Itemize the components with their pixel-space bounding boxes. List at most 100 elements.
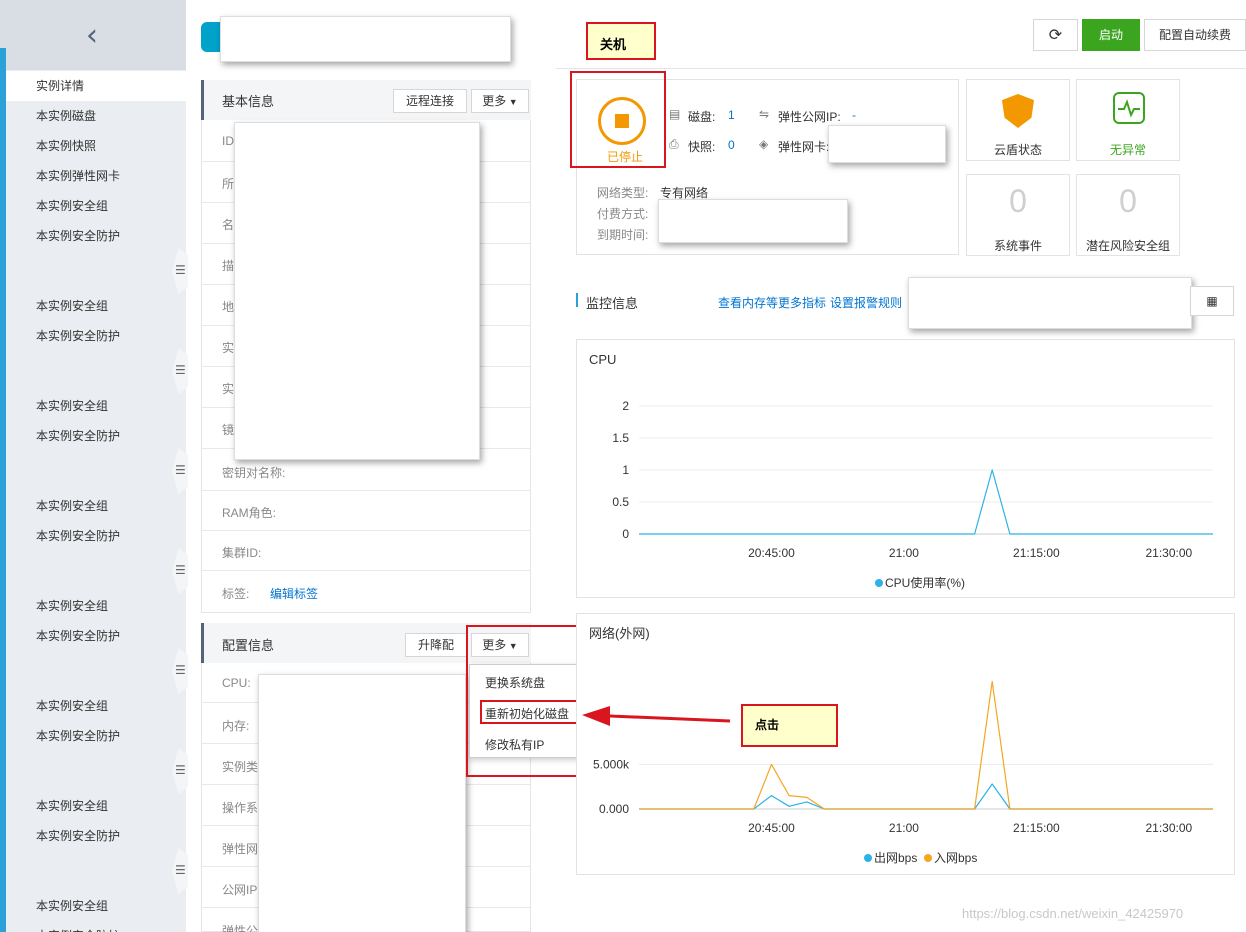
- risk-sg-count: 0: [1119, 183, 1137, 219]
- row-divider: [202, 530, 530, 531]
- redacted-eni-value: [828, 125, 946, 163]
- collapse-handle[interactable]: ☰: [172, 748, 188, 794]
- back-button[interactable]: ‹: [0, 0, 186, 70]
- collapse-handle[interactable]: ☰: [172, 348, 188, 394]
- sidebar-nav-item[interactable]: 本实例安全防护: [6, 921, 186, 932]
- expire-label: 到期时间:: [597, 228, 649, 242]
- config-info-row-label: 内存:: [222, 719, 250, 733]
- auto-renew-button[interactable]: 配置自动续费: [1144, 19, 1246, 51]
- sidebar-nav-item[interactable]: 本实例安全组: [6, 791, 186, 821]
- snapshot-count[interactable]: 0: [728, 138, 735, 152]
- x-tick-label: 21:00: [889, 546, 919, 560]
- sidebar-nav-item[interactable]: 本实例快照: [6, 131, 186, 161]
- edit-tags-link[interactable]: 编辑标签: [270, 585, 318, 602]
- system-events-label: 系统事件: [993, 239, 1042, 253]
- legend-label: CPU使用率(%): [885, 575, 965, 590]
- basic-info-row-label: 名: [222, 218, 235, 232]
- collapse-handle[interactable]: ☰: [172, 648, 188, 694]
- collapse-handle[interactable]: ☰: [172, 248, 188, 294]
- monitor-title-bar: [576, 293, 578, 307]
- cluster-id-label: 集群ID:: [222, 546, 262, 560]
- basic-more-button[interactable]: 更多 ▼: [471, 89, 529, 113]
- sidebar-nav-item[interactable]: 本实例安全防护: [6, 621, 186, 651]
- sidebar-nav-item[interactable]: 本实例弹性网卡: [6, 161, 186, 191]
- sidebar-nav-item[interactable]: 本实例安全防护: [6, 521, 186, 551]
- list-icon: ☰: [175, 863, 186, 877]
- upgrade-button[interactable]: 升降配: [405, 633, 467, 657]
- row-divider: [202, 570, 530, 571]
- shutdown-annotation: 关机: [586, 22, 656, 60]
- sidebar-nav-item[interactable]: 本实例磁盘: [6, 101, 186, 131]
- risk-sg-tile[interactable]: 0 潜在风险安全组: [1076, 174, 1180, 256]
- sidebar-nav-item[interactable]: 本实例安全防护: [6, 421, 186, 451]
- ram-role-label: RAM角色:: [222, 506, 277, 520]
- cpu-chart-card: CPU 0 0.5 1 1.5 2 20:45:00 21:00 21:15:00 21:30:0…: [576, 339, 1235, 598]
- config-info-row-label: 弹性公: [222, 924, 259, 932]
- y-tick-label: 2: [622, 399, 629, 413]
- sidebar-nav-item[interactable]: 本实例安全防护: [6, 721, 186, 751]
- annotation-arrow: [582, 706, 731, 726]
- cloud-shield-tile[interactable]: 云盾状态: [966, 79, 1070, 161]
- y-tick-label: 1: [622, 463, 629, 477]
- basic-info-row-label: 地: [222, 300, 235, 314]
- network-chart-card: 网络(外网) 0.000 5.000k 20:45:00 21:00 21:15:00 21…: [576, 613, 1235, 875]
- config-info-row-label: 实例类: [222, 760, 259, 774]
- basic-info-row-label: 所: [222, 177, 235, 191]
- health-tile[interactable]: 无异常: [1076, 79, 1180, 161]
- sidebar-nav-item[interactable]: 本实例安全组: [6, 391, 186, 421]
- tags-label: 标签:: [222, 587, 250, 601]
- snapshot-label: 快照:: [688, 140, 716, 154]
- disk-count[interactable]: 1: [728, 108, 735, 122]
- collapse-handle[interactable]: ☰: [172, 548, 188, 594]
- sidebar-nav-item[interactable]: 本实例安全组: [6, 891, 186, 921]
- collapse-handle[interactable]: ☰: [172, 448, 188, 494]
- sidebar-nav-item[interactable]: 本实例安全防护: [6, 821, 186, 851]
- chevron-left-icon: ‹: [86, 18, 98, 53]
- key-pair-label: 密钥对名称:: [222, 466, 286, 480]
- calendar-button[interactable]: ▦: [1190, 286, 1234, 316]
- eip-value[interactable]: -: [852, 108, 856, 122]
- start-button[interactable]: 启动: [1082, 19, 1140, 51]
- snapshot-icon: ⎙: [669, 137, 679, 151]
- basic-info-row-label: 实: [222, 341, 235, 355]
- sidebar-nav-item[interactable]: 本实例安全组: [6, 191, 186, 221]
- basic-info-row-label: 实: [222, 382, 235, 396]
- system-events-tile[interactable]: 0 系统事件: [966, 174, 1070, 256]
- alert-rules-link[interactable]: 设置报警规则: [830, 294, 902, 311]
- sidebar-nav-item[interactable]: 本实例安全防护: [6, 221, 186, 251]
- basic-info-header: 基本信息 远程连接 更多 ▼: [201, 80, 531, 120]
- series-line: [639, 783, 1213, 810]
- config-info-row-label: 弹性网: [222, 842, 259, 856]
- basic-info-row-label: ID: [222, 134, 234, 148]
- remote-connect-button[interactable]: 远程连接: [393, 89, 467, 113]
- shield-icon: [1002, 94, 1034, 128]
- sidebar-nav-item[interactable]: 本实例安全组: [6, 591, 186, 621]
- list-icon: ☰: [175, 763, 186, 777]
- config-info-title: 配置信息: [222, 638, 275, 653]
- legend-swatch: [924, 854, 932, 862]
- sidebar-nav-item[interactable]: 实例详情: [6, 71, 186, 101]
- legend-label: 出网bps: [874, 851, 917, 865]
- watermark: https://blog.csdn.net/weixin_42425970: [962, 906, 1184, 921]
- risk-sg-label: 潜在风险安全组: [1085, 239, 1170, 253]
- config-info-row-label: 操作系: [222, 801, 259, 815]
- more-metrics-link[interactable]: 查看内存等更多指标: [718, 294, 826, 311]
- list-icon: ☰: [175, 363, 186, 377]
- sidebar-nav-item[interactable]: 本实例安全组: [6, 691, 186, 721]
- sidebar-nav-item[interactable]: 本实例安全组: [6, 491, 186, 521]
- x-tick-label: 21:30:00: [1145, 821, 1192, 835]
- x-tick-label: 20:45:00: [748, 546, 795, 560]
- chart-title: CPU: [589, 352, 616, 367]
- collapse-handle[interactable]: ☰: [172, 848, 188, 894]
- chart-title: 网络(外网): [589, 626, 650, 641]
- monitor-title: 监控信息: [586, 296, 639, 311]
- billing-label: 付费方式:: [597, 207, 649, 221]
- network-type-label: 网络类型:: [597, 186, 649, 200]
- sidebar-nav-item[interactable]: 本实例安全组: [6, 291, 186, 321]
- refresh-button[interactable]: ⟳: [1033, 19, 1078, 51]
- basic-info-row-label: 镜: [222, 423, 235, 437]
- sidebar-nav-item[interactable]: 本实例安全防护: [6, 321, 186, 351]
- system-events-count: 0: [1009, 183, 1027, 219]
- legend-swatch: [864, 854, 872, 862]
- redacted-config-values: [258, 674, 466, 932]
